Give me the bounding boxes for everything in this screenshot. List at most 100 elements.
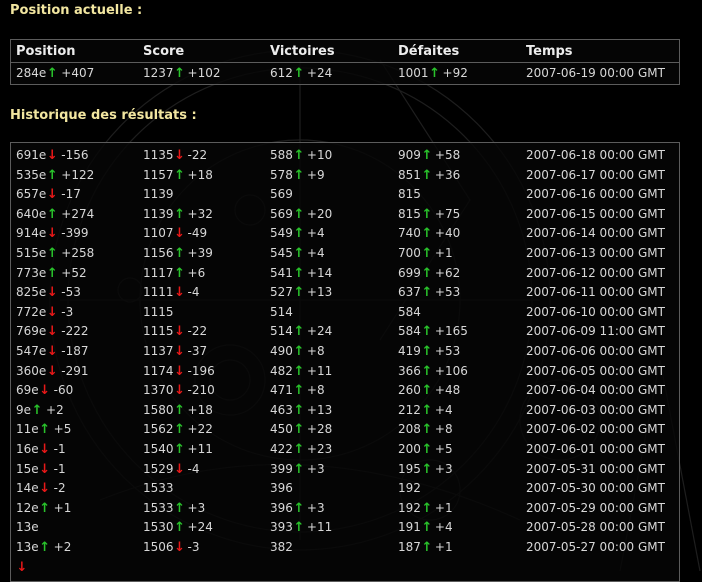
arrow-up-icon: ↑ (31, 402, 43, 418)
wins-value: 545 (270, 246, 293, 260)
wins-delta: +11 (306, 363, 333, 378)
losses-delta: +3 (434, 461, 453, 476)
losses-value: 191 (398, 520, 421, 535)
wins-cell: 471↑ +8 (270, 383, 325, 397)
arrow-up-icon: ↑ (293, 226, 305, 242)
arrow-up-icon: ↑ (46, 265, 58, 281)
pos-value: 14e (16, 481, 39, 496)
arrow-up-icon: ↑ (293, 246, 305, 261)
losses-cell: 909↑ +58 (398, 148, 460, 162)
losses-value: 192 (398, 500, 421, 515)
position-cell: 515e↑ +258 (16, 246, 94, 260)
losses-value: 851 (398, 167, 421, 182)
score-value: 1237 (143, 66, 174, 80)
losses-value: 584 (398, 304, 421, 319)
wins-value: 578 (270, 167, 293, 182)
score-delta: +22 (187, 422, 213, 437)
arrow-up-icon: ↑ (46, 167, 58, 183)
score-value: 1115 (143, 304, 174, 319)
wins-delta: +13 (306, 285, 333, 300)
wins-value: 569 (270, 206, 293, 221)
position-cell: 640e↑ +274 (16, 207, 94, 221)
wins-cell: 396↑ +3 (270, 501, 325, 515)
position-cell: 13e↑ +2 (16, 540, 71, 554)
wins-cell: 382 (270, 540, 295, 554)
arrow-up-icon: ↑ (421, 461, 433, 477)
losses-value: 366 (398, 363, 421, 378)
arrow-up-icon: ↑ (39, 540, 51, 555)
arrow-up-icon: ↑ (174, 265, 185, 281)
losses-cell (398, 560, 400, 574)
losses-delta: +1 (434, 500, 453, 515)
arrow-up-icon: ↑ (293, 66, 305, 81)
losses-cell: 1001↑ +92 (398, 66, 468, 80)
arrow-up-icon: ↑ (293, 285, 305, 301)
score-value: 1107 (143, 226, 174, 241)
losses-value: 815 (398, 187, 421, 202)
wins-value: 514 (270, 324, 293, 339)
losses-cell: 584 (398, 305, 423, 319)
losses-value: 208 (398, 422, 421, 437)
score-cell: 1370↓ -210 (143, 383, 215, 397)
arrow-up-icon: ↑ (421, 402, 433, 418)
losses-value: 419 (398, 344, 421, 358)
arrow-up-icon: ↑ (421, 344, 433, 359)
wins-delta: +24 (306, 66, 333, 80)
losses-value: 200 (398, 442, 421, 456)
arrow-up-icon: ↑ (293, 265, 305, 281)
pos-value: 16e (16, 442, 39, 456)
table-row: 9e↑ +2 1580↑ +18 463↑ +13 212↑ +4 2007-06-03 00:… (11, 401, 679, 421)
arrow-up-icon: ↑ (293, 402, 305, 418)
wins-cell: 569 (270, 187, 295, 201)
position-cell: 16e↓ -1 (16, 442, 66, 456)
wins-delta: +9 (306, 167, 325, 182)
score-delta: -196 (187, 363, 215, 378)
time-cell: 2007-06-04 00:00 GMT (526, 383, 665, 398)
score-cell: 1540↑ +11 (143, 442, 213, 456)
position-cell: 691e↓ -156 (16, 148, 89, 162)
losses-value: 740 (398, 226, 421, 241)
losses-cell: 192↑ +1 (398, 501, 453, 515)
arrow-up-icon: ↑ (293, 148, 305, 163)
wins-value: 482 (270, 363, 293, 378)
losses-cell: 212↑ +4 (398, 403, 453, 417)
pos-value: 691e (16, 148, 47, 162)
losses-cell: 740↑ +40 (398, 226, 460, 240)
losses-delta: +75 (434, 206, 461, 221)
current-position-table: Position Score Victoires Défaites Temps … (10, 39, 680, 85)
pos-delta: -2 (53, 481, 66, 496)
wins-delta: +4 (306, 226, 325, 241)
pos-delta: -17 (61, 187, 81, 202)
score-delta: -49 (187, 226, 208, 241)
table-row: 769e↓ -222 1115↓ -22 514↑ +24 584↑ +165 2007-06-… (11, 322, 679, 342)
score-value: 1529 (143, 461, 174, 476)
arrow-up-icon: ↑ (293, 167, 305, 183)
pos-value: 13e (16, 520, 39, 535)
pos-delta: +2 (46, 402, 64, 417)
time-cell: 2007-06-15 00:00 GMT (526, 206, 665, 221)
time-cell: 2007-05-30 00:00 GMT (526, 481, 665, 496)
score-delta: -4 (187, 461, 200, 476)
score-cell: 1117↑ +6 (143, 266, 205, 280)
arrow-up-icon: ↑ (293, 363, 305, 379)
position-cell: 15e↓ -1 (16, 462, 66, 476)
arrow-up-icon: ↑ (421, 324, 433, 340)
wins-value: 450 (270, 422, 293, 437)
arrow-up-icon: ↑ (421, 422, 433, 438)
losses-cell: 419↑ +53 (398, 344, 460, 358)
score-delta: -210 (187, 383, 215, 398)
score-cell: 1533 (143, 481, 176, 495)
arrow-down-icon: ↓ (39, 461, 51, 477)
table-row: 69e↓ -60 1370↓ -210 471↑ +8 260↑ +48 2007-06-04 … (11, 381, 679, 401)
arrow-down-icon: ↓ (174, 324, 185, 340)
position-cell: 772e↓ -3 (16, 305, 73, 319)
pos-delta: +407 (61, 66, 95, 80)
wins-delta: +14 (306, 265, 333, 280)
wins-value: 382 (270, 540, 293, 554)
score-cell: 1562↑ +22 (143, 422, 213, 436)
score-value: 1530 (143, 520, 174, 535)
pos-value: 772e (16, 304, 47, 319)
arrow-up-icon: ↑ (174, 402, 185, 418)
time-cell: 2007-06-10 00:00 GMT (526, 304, 665, 319)
arrow-down-icon: ↓ (39, 481, 51, 497)
